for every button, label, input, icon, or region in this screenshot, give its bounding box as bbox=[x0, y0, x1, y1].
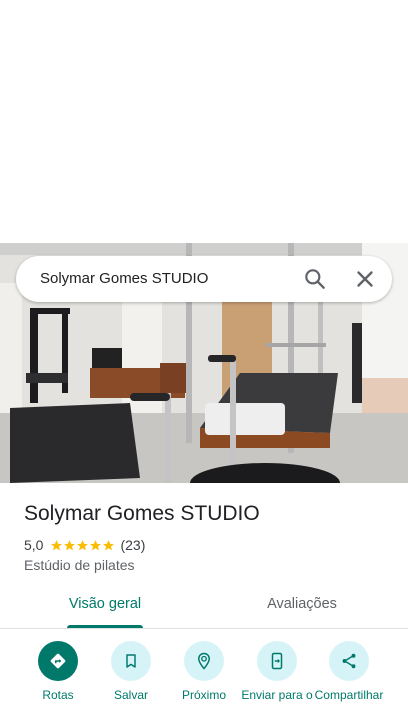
rating-stars bbox=[50, 539, 115, 552]
close-icon[interactable] bbox=[352, 266, 378, 292]
star-icon bbox=[64, 539, 76, 550]
star-icon bbox=[51, 539, 63, 550]
save-label: Salvar bbox=[113, 688, 148, 702]
send-to-phone-label: Enviar para o bbox=[241, 688, 313, 702]
bookmark-icon bbox=[111, 641, 151, 681]
rating-value: 5,0 bbox=[24, 537, 44, 553]
tab-overview[interactable]: Visão geral bbox=[35, 596, 175, 612]
share-icon bbox=[329, 641, 369, 681]
save-button[interactable]: Salvar bbox=[91, 641, 171, 701]
action-bar: Rotas Salvar Próximo Enviar para o Compa… bbox=[0, 641, 408, 726]
share-label: Compartilhar bbox=[314, 688, 384, 702]
tab-reviews[interactable]: Avaliações bbox=[232, 596, 372, 612]
nearby-icon bbox=[184, 641, 224, 681]
tab-bar: Visão geral Avaliações bbox=[0, 588, 408, 629]
place-title: Solymar Gomes STUDIO bbox=[24, 502, 260, 525]
star-icon bbox=[77, 539, 89, 550]
search-icon[interactable] bbox=[302, 266, 328, 292]
share-button[interactable]: Compartilhar bbox=[309, 641, 389, 701]
tab-selected-indicator bbox=[67, 625, 143, 628]
send-to-phone-icon bbox=[257, 641, 297, 681]
search-input[interactable]: Solymar Gomes STUDIO bbox=[40, 270, 208, 287]
star-icon bbox=[90, 539, 102, 550]
map-blank-area bbox=[0, 0, 408, 243]
send-to-phone-button[interactable]: Enviar para o bbox=[237, 641, 317, 701]
star-icon bbox=[103, 539, 115, 550]
search-bar[interactable]: Solymar Gomes STUDIO bbox=[16, 256, 392, 302]
nearby-label: Próximo bbox=[181, 688, 226, 702]
directions-label: Rotas bbox=[42, 688, 74, 702]
place-category: Estúdio de pilates bbox=[24, 557, 135, 573]
directions-icon bbox=[38, 641, 78, 681]
nearby-button[interactable]: Próximo bbox=[164, 641, 244, 701]
directions-button[interactable]: Rotas bbox=[18, 641, 98, 701]
review-count: (23) bbox=[120, 537, 146, 553]
rating-row[interactable]: 5,0 (23) bbox=[24, 537, 145, 553]
